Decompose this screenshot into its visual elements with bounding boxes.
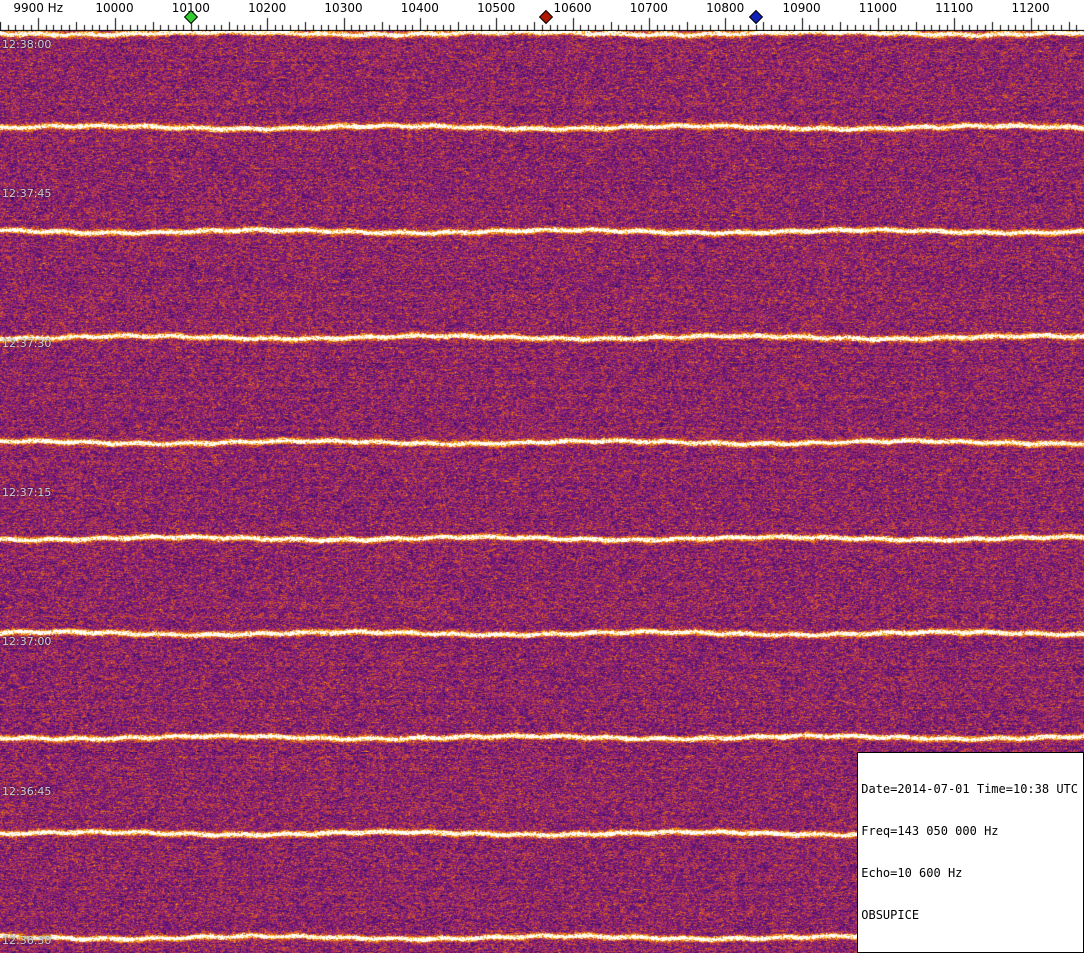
- freq-tick-label: 11200: [1011, 1, 1049, 15]
- freq-tick-label: 11000: [859, 1, 897, 15]
- freq-tick-label: 10800: [706, 1, 744, 15]
- info-box: Date=2014-07-01 Time=10:38 UTC Freq=143 …: [857, 752, 1084, 953]
- frequency-ruler[interactable]: 9900 Hz 10000 10100 10200 10300 10400 10500 106…: [0, 0, 1084, 31]
- freq-tick-label: 10000: [95, 1, 133, 15]
- freq-tick-label: 10400: [401, 1, 439, 15]
- freq-tick-label: 9900 Hz: [13, 1, 63, 15]
- freq-tick-label: 10300: [324, 1, 362, 15]
- freq-tick-label: 11100: [935, 1, 973, 15]
- freq-tick-label: 10600: [553, 1, 591, 15]
- info-date-line: Date=2014-07-01 Time=10:38 UTC: [861, 782, 1078, 796]
- spectrogram-window: 9900 Hz 10000 10100 10200 10300 10400 10500 106…: [0, 0, 1084, 953]
- freq-tick-label: 10200: [248, 1, 286, 15]
- freq-tick-label: 10900: [782, 1, 820, 15]
- info-echo-line: Echo=10 600 Hz: [861, 866, 1078, 880]
- info-freq-line: Freq=143 050 000 Hz: [861, 824, 1078, 838]
- freq-tick-label: 10700: [630, 1, 668, 15]
- freq-tick-label: 10500: [477, 1, 515, 15]
- spectrogram-area: 12:38:00 12:37:45 12:37:30 12:37:15 12:37:00…: [0, 31, 1084, 953]
- info-station-line: OBSUPICE: [861, 908, 1078, 922]
